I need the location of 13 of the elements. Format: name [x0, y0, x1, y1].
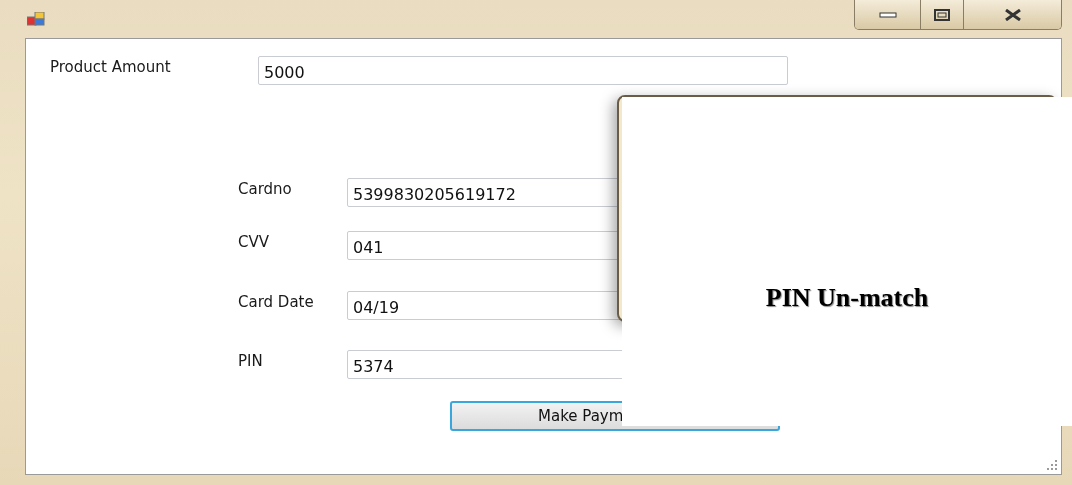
field-label: Product Amount: [50, 57, 172, 76]
maximize-icon: [934, 8, 950, 21]
app-icon: [27, 12, 45, 26]
close-icon: [1002, 8, 1023, 21]
field-label: PIN: [238, 351, 264, 370]
field-label: Card Date: [238, 292, 315, 311]
field-label: CVV: [238, 232, 270, 251]
close-button[interactable]: [964, 0, 1061, 29]
resize-grip-icon[interactable]: [1046, 459, 1058, 471]
input-field[interactable]: 5000: [258, 56, 788, 85]
maximize-button[interactable]: [921, 0, 964, 29]
field-label: Cardno: [238, 179, 293, 198]
minimize-icon: [878, 11, 897, 18]
